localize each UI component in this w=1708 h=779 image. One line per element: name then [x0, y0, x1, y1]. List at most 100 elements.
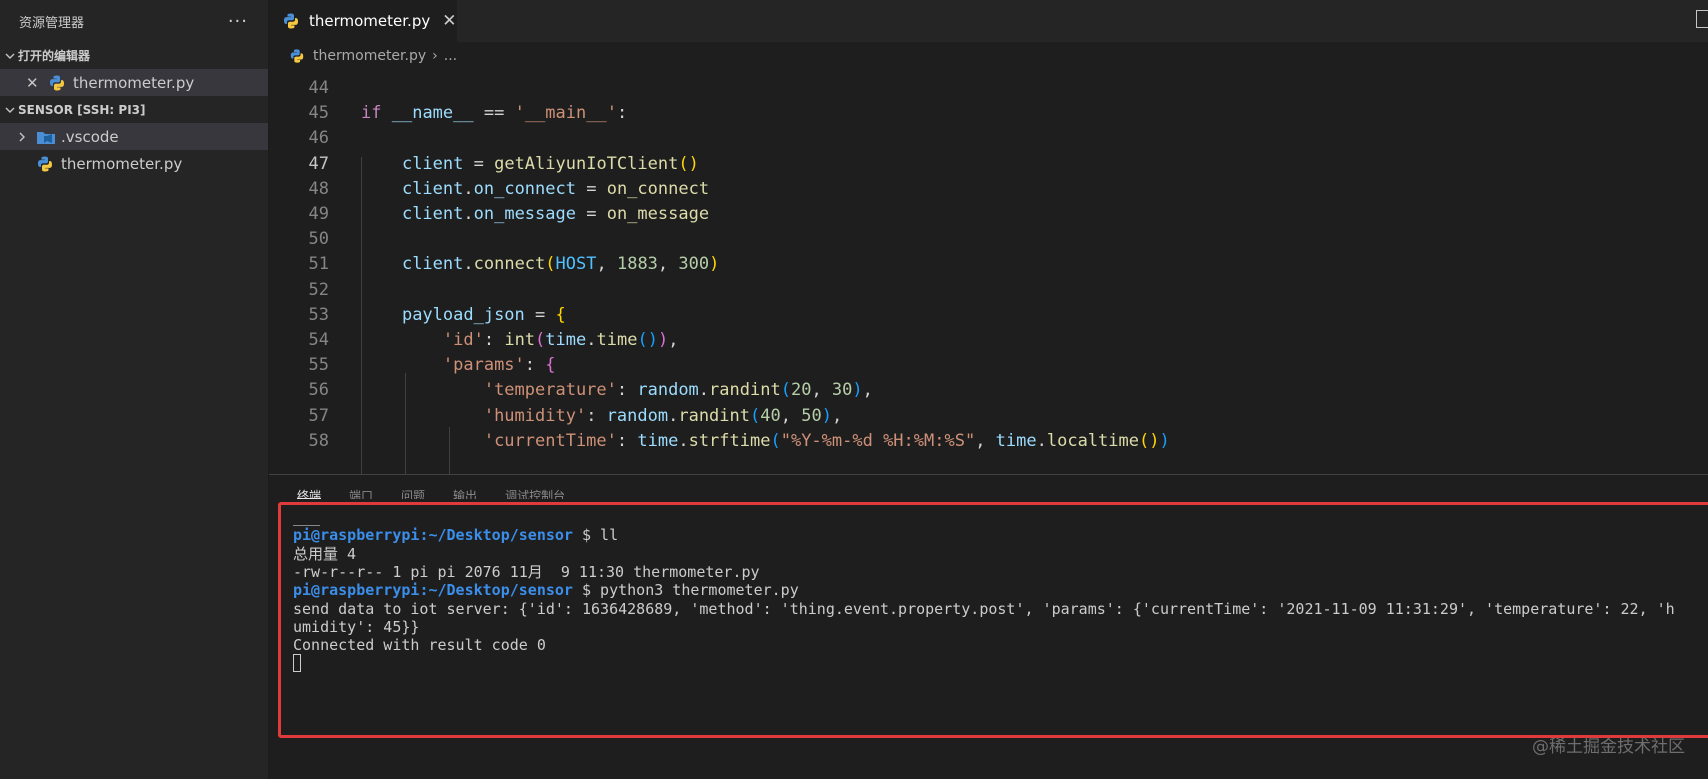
code-token: (: [770, 430, 781, 451]
open-editor-filename: thermometer.py: [73, 73, 195, 92]
editor-tab-bar: thermometer.py ✕: [269, 0, 1708, 42]
code-token: .: [668, 405, 679, 426]
code-token: 20: [790, 380, 812, 401]
breadcrumb-separator-icon: ›: [432, 48, 438, 64]
code-token: random: [637, 380, 699, 401]
code-token: :: [616, 103, 628, 124]
panel-tab[interactable]: 问题: [401, 487, 425, 499]
panel-tab[interactable]: 调试控制台: [505, 487, 565, 499]
code-token: .: [463, 204, 474, 224]
line-number: 50: [308, 229, 329, 250]
line-number: 51: [308, 254, 329, 275]
line-number: 56: [308, 380, 329, 401]
tree-item-label: thermometer.py: [61, 154, 183, 173]
explorer-title: 资源管理器: [19, 15, 85, 31]
code-token: (: [750, 405, 761, 426]
code-token: .: [586, 330, 597, 350]
code-token: :: [524, 355, 546, 376]
terminal-line: Connected with result code 0: [293, 636, 546, 655]
terminal-line: -rw-r--r-- 1 pi pi 2076 11月 9 11:30 ther…: [293, 562, 760, 581]
line-number: 48: [308, 178, 329, 199]
code-token: =: [575, 204, 607, 224]
code-token: 'temperature': [483, 380, 617, 401]
line-number: 58: [308, 430, 329, 451]
code-text: client.connect(HOST, 1883, 300): [361, 251, 719, 278]
tab-close-icon[interactable]: ✕: [442, 11, 456, 31]
code-token: :: [616, 430, 638, 451]
code-editor[interactable]: 44 45 if __name__ == '__main__': 46 47 clien…: [269, 76, 1708, 474]
code-token: time: [995, 430, 1037, 451]
code-token: ): [821, 405, 832, 426]
code-token: ): [657, 330, 669, 350]
panel-tab[interactable]: 输出: [453, 487, 477, 499]
panel-tab[interactable]: 终端: [297, 487, 322, 499]
code-text: 'temperature': random.randint(20, 30),: [361, 377, 873, 404]
code-text: 'currentTime': time.strftime("%Y-%m-%d %…: [361, 428, 1170, 455]
code-token: {: [545, 355, 556, 376]
code-token: time: [545, 330, 587, 350]
code-token: (: [545, 254, 556, 275]
chevron-down-icon: [2, 50, 18, 62]
code-token: __name__: [391, 103, 474, 124]
code-token: randint: [709, 380, 781, 401]
panel-tabs: 终端 端口 问题 输出 调试控制台: [269, 475, 1708, 499]
panel-tab[interactable]: 端口: [349, 487, 373, 499]
code-token: time: [637, 430, 679, 451]
code-token: .: [678, 430, 689, 451]
code-token: 30: [831, 380, 853, 401]
code-token: :: [483, 330, 505, 350]
code-token: on_message: [473, 204, 576, 224]
breadcrumb-file[interactable]: thermometer.py: [313, 48, 426, 64]
python-file-icon: [38, 156, 52, 171]
line-number: 53: [308, 304, 329, 325]
open-editors-section[interactable]: 打开的编辑器: [0, 42, 268, 69]
code-token: on_message: [606, 204, 710, 224]
code-token: ,: [780, 405, 802, 426]
vscode-folder-icon: [37, 131, 55, 144]
code-token: int: [504, 330, 536, 350]
tab-label: thermometer.py: [309, 12, 431, 30]
code-token: '__main__': [514, 103, 617, 124]
code-token: on_connect: [606, 178, 710, 199]
code-token: 50: [801, 405, 822, 426]
open-editors-label: 打开的编辑器: [18, 49, 91, 63]
code-text: client.on_connect = on_connect: [361, 176, 709, 203]
tree-item-vscode[interactable]: .vscode: [0, 123, 268, 150]
chevron-right-icon: [14, 131, 30, 143]
terminal[interactable]: ___ pi@raspberrypi:~/Desktop/sensor $ ll 总…: [278, 502, 1708, 738]
code-token: 'currentTime': [483, 430, 617, 451]
code-token: .: [1036, 430, 1047, 451]
split-editor-icon[interactable]: [1696, 10, 1708, 28]
line-number: 49: [308, 204, 329, 224]
more-actions-icon[interactable]: ···: [228, 11, 248, 32]
close-icon[interactable]: ✕: [26, 74, 40, 92]
code-token: :: [616, 380, 638, 401]
code-text: 'id': int(time.time()),: [361, 327, 679, 354]
code-token: ,: [657, 254, 679, 275]
terminal-line: ___: [293, 508, 321, 526]
breadcrumb: thermometer.py › ...: [269, 42, 1708, 70]
prompt-user: pi@raspberrypi: [293, 526, 420, 545]
terminal-line: send data to iot server: {'id': 16364286…: [293, 599, 1675, 618]
code-token: random: [606, 405, 669, 426]
python-file-icon: [50, 75, 64, 90]
breadcrumb-more[interactable]: ...: [444, 48, 457, 64]
code-text: client = getAliyunIoTClient(): [361, 151, 699, 178]
code-token: on_connect: [473, 178, 576, 199]
prompt-path: :~/Desktop/sensor: [419, 526, 573, 545]
line-number: 46: [308, 128, 329, 149]
code-token: ==: [473, 103, 515, 124]
code-token: client: [401, 178, 464, 199]
workspace-section[interactable]: SENSOR [SSH: PI3]: [0, 96, 268, 123]
open-editor-item[interactable]: ✕ thermometer.py: [0, 69, 268, 96]
editor-tab[interactable]: thermometer.py ✕: [269, 0, 457, 42]
code-token: localtime: [1046, 430, 1139, 451]
code-token: 1883: [616, 254, 658, 275]
line-number: 44: [308, 78, 329, 98]
tree-item-thermometer[interactable]: thermometer.py: [0, 150, 268, 177]
prompt-path: :~/Desktop/sensor: [419, 581, 573, 600]
